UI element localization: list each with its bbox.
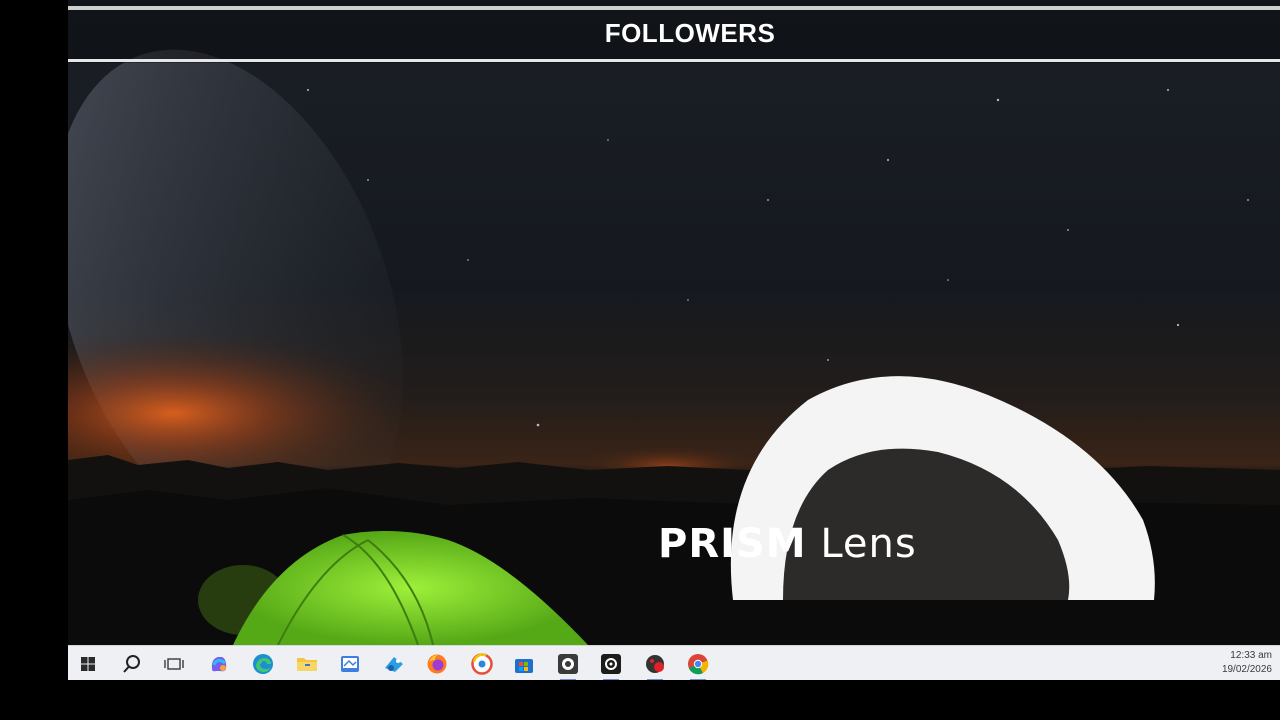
app-icon[interactable] xyxy=(380,650,408,678)
edge-icon[interactable] xyxy=(249,650,277,678)
clock-time: 12:33 am xyxy=(1230,650,1272,661)
clock-date: 19/02/2026 xyxy=(1221,664,1272,675)
search-icon[interactable] xyxy=(118,650,146,678)
app-icon[interactable] xyxy=(554,650,582,680)
taskbar: 12:33 am 19/02/2026 xyxy=(68,645,1280,680)
app-icon[interactable] xyxy=(468,650,496,678)
task-view-icon[interactable] xyxy=(160,650,188,678)
system-clock[interactable]: 12:33 am 19/02/2026 xyxy=(1202,649,1272,677)
prism-lens-logo-text: PRISM Lens xyxy=(658,521,917,567)
app-icon[interactable] xyxy=(597,650,625,680)
store-icon[interactable] xyxy=(510,650,538,678)
windows-start-icon[interactable] xyxy=(74,650,102,678)
copilot-icon[interactable] xyxy=(205,650,233,678)
app-icon[interactable] xyxy=(336,650,364,678)
header-divider-bottom xyxy=(68,59,1280,62)
page-title: FOLLOWERS xyxy=(604,18,776,48)
file-explorer-icon[interactable] xyxy=(293,650,321,678)
chrome-icon[interactable] xyxy=(684,650,712,680)
header-bar: FOLLOWERS xyxy=(68,0,1280,63)
desktop-screen: PRISM Lens 12:33 am 19/02/2026 FOLLOWERS xyxy=(68,0,1280,680)
firefox-icon[interactable] xyxy=(423,650,451,678)
brand-strong: PRISM xyxy=(658,521,807,567)
app-icon[interactable] xyxy=(641,650,669,680)
brand-light: Lens xyxy=(806,521,917,567)
header-divider-top xyxy=(68,6,1280,10)
